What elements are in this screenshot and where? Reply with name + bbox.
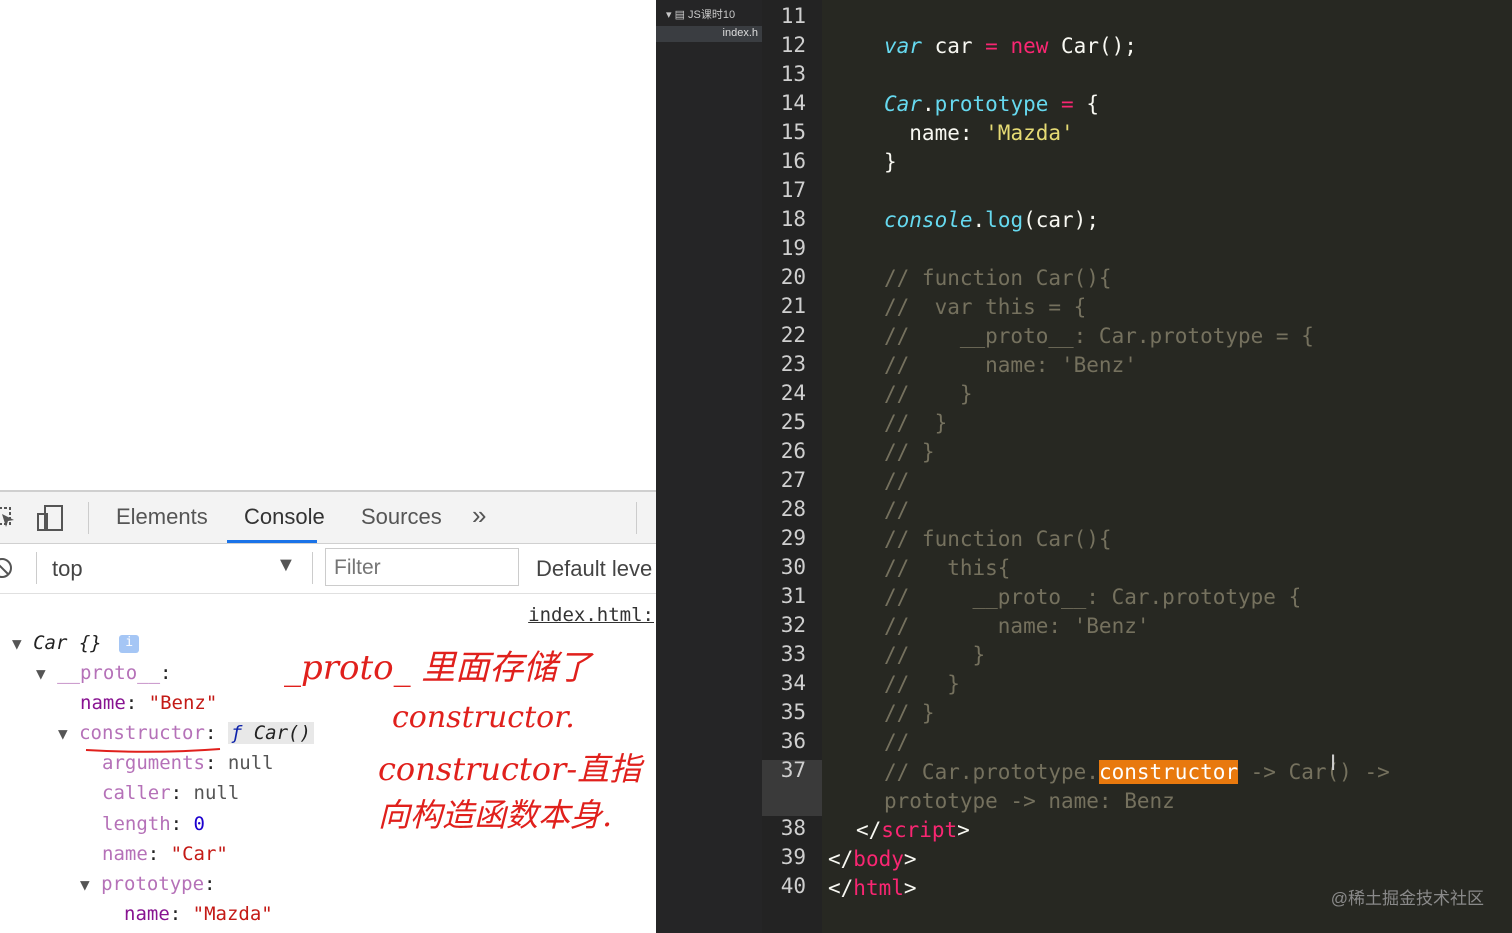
search-highlight: constructor [1098,760,1239,784]
fname-row: name: "Car" [102,843,228,865]
code-line-37[interactable]: // Car.prototype.constructor -> Car() -> [884,760,1390,784]
tab-sources[interactable]: Sources [361,504,442,530]
code-line-16[interactable]: } [884,150,897,174]
code-line-20[interactable]: // function Car(){ [884,266,1112,290]
code-line-14[interactable]: Car.prototype = { [884,92,1099,116]
code-line-27[interactable]: // [884,469,909,493]
code-line-40[interactable]: </html> [828,876,917,900]
more-tabs-icon[interactable]: » [472,500,486,531]
handwritten-underline [85,748,221,753]
code-line-15[interactable]: name: 'Mazda' [884,121,1073,145]
name-key: name [80,692,126,714]
expand-arrow-icon[interactable]: ▼ [36,664,46,683]
toolbar-divider [88,502,89,534]
proto-key: __proto__ [57,662,161,684]
code-line-12[interactable]: var car = new Car(); [884,34,1137,58]
code-line-29[interactable]: // function Car(){ [884,527,1112,551]
code-line-31[interactable]: // __proto__: Car.prototype { [884,585,1301,609]
device-toolbar-icon[interactable] [36,504,64,532]
constructor-row[interactable]: ▼ constructor: ƒ Car() [58,722,314,744]
code-line-21[interactable]: // var this = { [884,295,1086,319]
code-line-25[interactable]: // } [884,411,947,435]
code-line-39[interactable]: </body> [828,847,917,871]
annotation-line-2: constructor. [392,700,575,735]
clear-console-icon[interactable] [0,556,14,580]
name-row: name: "Benz" [80,692,218,714]
console-filter-bar: top ▼ Default leve [0,544,656,594]
caller-row: caller: null [102,782,240,804]
code-line-18[interactable]: console.log(car); [884,208,1099,232]
tab-console[interactable]: Console [244,504,325,530]
constructor-key: constructor [79,722,205,744]
console-object-root[interactable]: ▼ Car {} i [12,632,140,654]
code-line-34[interactable]: // } [884,672,960,696]
prototype-name-row: name: "Mazda" [124,903,273,925]
expand-arrow-icon[interactable]: ▼ [80,875,90,894]
code-line-32[interactable]: // name: 'Benz' [884,614,1150,638]
object-label: Car {} [33,632,102,654]
code-line-23[interactable]: // name: 'Benz' [884,353,1137,377]
browser-pane: Elements Console Sources » top ▼ Default… [0,0,656,933]
info-icon[interactable]: i [119,634,140,653]
expand-arrow-icon[interactable]: ▼ [12,634,22,653]
devtools-toolbar: Elements Console Sources » [0,490,656,544]
code-line-36[interactable]: // [884,730,909,754]
chevron-down-icon[interactable]: ▼ [276,554,296,577]
active-tab-indicator [227,540,317,543]
code-line-24[interactable]: // } [884,382,973,406]
name-value: "Benz" [148,692,218,714]
expand-arrow-icon[interactable]: ▼ [58,724,68,743]
code-line-28[interactable]: // [884,498,909,522]
annotation-line-3: constructor-直指 [378,750,642,788]
proto-row[interactable]: ▼ __proto__: [36,662,172,684]
code-line-35[interactable]: // } [884,701,935,725]
constructor-value: ƒ Car() [227,722,314,744]
code-line-26[interactable]: // } [884,440,935,464]
annotation-line-1: _proto_ 里面存储了 [284,648,592,688]
filter-field[interactable] [325,548,519,586]
context-select[interactable]: top [52,556,83,582]
watermark: @稀土掘金技术社区 [1330,889,1484,908]
code-line-38[interactable]: </script> [856,818,970,842]
code-line-22[interactable]: // __proto__: Car.prototype = { [884,324,1314,348]
code-line-37-wrap[interactable]: prototype -> name: Benz [884,789,1175,813]
tab-elements[interactable]: Elements [116,504,208,530]
text-cursor-icon: I [1330,750,1337,775]
code-lines: var car = new Car(); Car.prototype = { n… [656,0,1512,933]
annotation-line-4: 向构造函数本身. [378,796,613,834]
prototype-row[interactable]: ▼ prototype: [80,873,216,895]
code-line-30[interactable]: // this{ [884,556,1010,580]
inspect-element-icon[interactable] [0,504,20,532]
toolbar-divider [636,502,637,534]
length-row: length: 0 [102,813,205,835]
code-line-33[interactable]: // } [884,643,985,667]
source-link[interactable]: index.html: [528,604,654,626]
filter-divider [36,552,37,584]
filter-divider [312,552,313,584]
log-levels-select[interactable]: Default leve [536,556,652,582]
filter-input[interactable] [332,555,516,581]
